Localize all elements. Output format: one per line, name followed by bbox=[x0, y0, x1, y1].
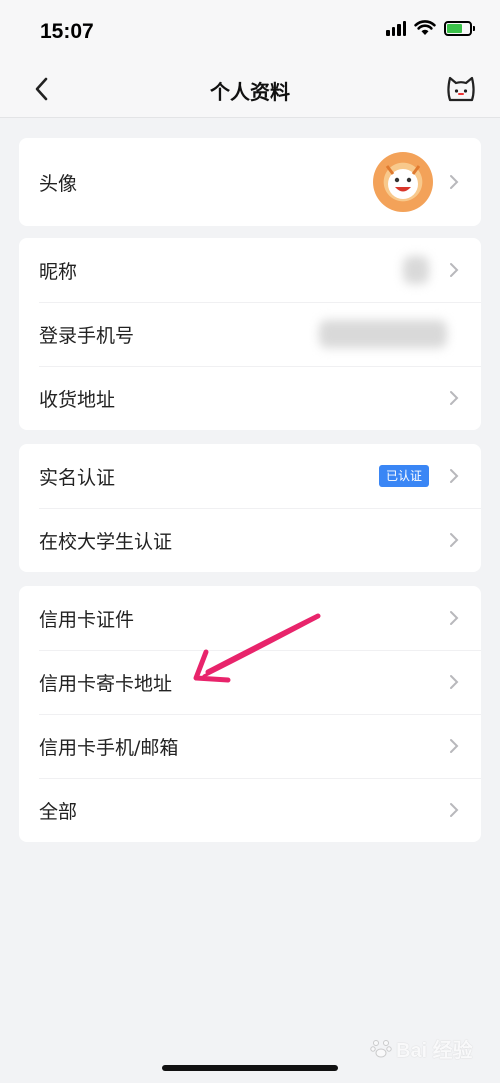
phone-value-blurred bbox=[319, 320, 447, 348]
nav-bar: 个人资料 bbox=[0, 62, 500, 118]
row-credit-card-documents[interactable]: 信用卡证件 bbox=[19, 586, 481, 650]
row-avatar[interactable]: 头像 bbox=[19, 138, 481, 226]
home-indicator[interactable] bbox=[162, 1065, 338, 1071]
status-bar: 15:07 bbox=[0, 0, 500, 62]
signal-icon bbox=[386, 20, 406, 36]
row-label: 信用卡寄卡地址 bbox=[39, 672, 173, 695]
battery-icon bbox=[444, 20, 475, 36]
row-label: 昵称 bbox=[39, 260, 78, 283]
avatar[interactable] bbox=[373, 152, 433, 212]
verified-badge: 已认证 bbox=[378, 465, 429, 487]
chevron-right-icon bbox=[450, 175, 459, 189]
row-label: 收货地址 bbox=[39, 388, 116, 411]
verification-card: 实名认证 已认证 在校大学生认证 bbox=[19, 444, 481, 572]
credit-card-card: 信用卡证件 信用卡寄卡地址 信用卡手机/邮箱 全部 bbox=[19, 586, 481, 842]
chevron-right-icon bbox=[450, 611, 459, 625]
chevron-right-icon bbox=[450, 803, 459, 817]
status-time: 15:07 bbox=[40, 20, 94, 43]
chevron-right-icon bbox=[450, 263, 459, 277]
row-nickname[interactable]: 昵称 bbox=[19, 238, 481, 302]
row-student-verification[interactable]: 在校大学生认证 bbox=[19, 508, 481, 572]
row-label: 实名认证 bbox=[39, 466, 116, 489]
row-label: 信用卡证件 bbox=[39, 608, 135, 631]
basic-info-card: 昵称 登录手机号 收货地址 bbox=[19, 238, 481, 430]
row-label: 信用卡手机/邮箱 bbox=[39, 736, 179, 759]
baidu-watermark: Bai 经验 bbox=[370, 1030, 488, 1066]
cat-face-icon[interactable] bbox=[444, 72, 478, 106]
chevron-right-icon bbox=[450, 391, 459, 405]
status-icons bbox=[386, 20, 475, 36]
watermark-text: Bai 经验 bbox=[396, 1039, 473, 1062]
avatar-card: 头像 bbox=[19, 138, 481, 226]
row-label: 全部 bbox=[39, 800, 78, 823]
row-real-name-verification[interactable]: 实名认证 已认证 bbox=[19, 444, 481, 508]
chevron-right-icon bbox=[450, 469, 459, 483]
row-label: 登录手机号 bbox=[39, 324, 135, 347]
chevron-right-icon bbox=[450, 675, 459, 689]
row-label: 头像 bbox=[39, 172, 78, 195]
row-shipping-address[interactable]: 收货地址 bbox=[19, 366, 481, 430]
nickname-value-blurred bbox=[403, 256, 429, 284]
wifi-icon bbox=[414, 20, 436, 35]
chevron-right-icon bbox=[450, 739, 459, 753]
row-login-phone[interactable]: 登录手机号 bbox=[19, 302, 481, 366]
page-title: 个人资料 bbox=[210, 80, 290, 104]
row-all[interactable]: 全部 bbox=[19, 778, 481, 842]
paw-icon bbox=[370, 1040, 392, 1058]
row-credit-card-phone-email[interactable]: 信用卡手机/邮箱 bbox=[19, 714, 481, 778]
row-label: 在校大学生认证 bbox=[39, 530, 173, 553]
chevron-right-icon bbox=[450, 533, 459, 547]
row-credit-card-mailing-address[interactable]: 信用卡寄卡地址 bbox=[19, 650, 481, 714]
